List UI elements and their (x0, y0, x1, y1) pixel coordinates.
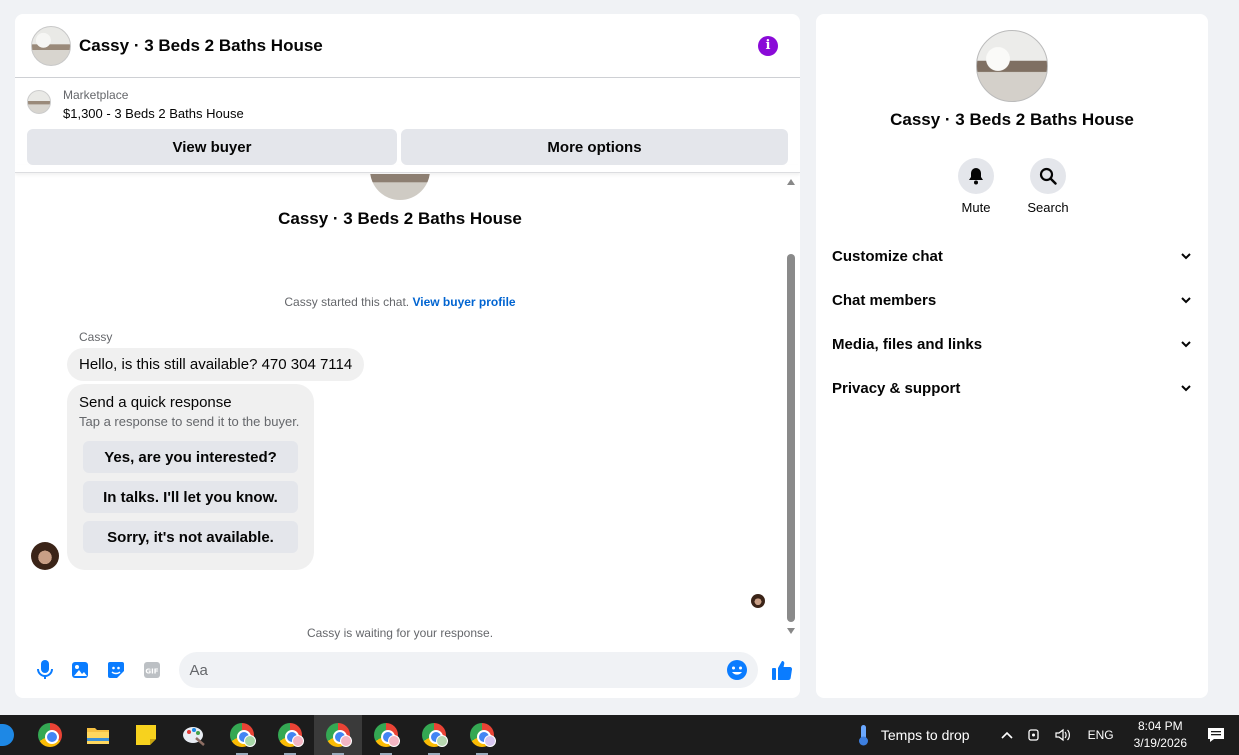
language-indicator[interactable]: ENG (1082, 728, 1120, 742)
clock-date: 3/19/2026 (1133, 736, 1187, 750)
thermometer-icon (858, 725, 868, 746)
details-actions: Mute Search (816, 158, 1208, 215)
bell-icon[interactable] (958, 158, 994, 194)
chevron-down-icon (1181, 385, 1191, 392)
taskbar-clock[interactable]: 8:04 PM 3/19/2026 (1120, 718, 1201, 752)
marketplace-label: Marketplace (63, 88, 129, 102)
quick-response-subtitle: Tap a response to send it to the buyer. (79, 414, 300, 429)
section-label: Chat members (832, 291, 937, 309)
windows-taskbar: Temps to drop ENG 8:04 PM 3/19/2026 (0, 715, 1239, 755)
section-privacy-support[interactable]: Privacy & support (816, 366, 1208, 410)
chevron-down-icon (1181, 297, 1191, 304)
listing-title: $1,300 - 3 Beds 2 Baths House (63, 106, 244, 121)
quick-reply-interested[interactable]: Yes, are you interested? (83, 441, 298, 473)
search-icon[interactable] (1030, 158, 1066, 194)
waiting-status: Cassy is waiting for your response. (306, 626, 494, 640)
taskbar-sticky-notes-icon[interactable] (122, 715, 170, 755)
details-avatar[interactable] (976, 30, 1048, 102)
microphone-icon[interactable] (27, 652, 63, 688)
listing-text: Marketplace $1,300 - 3 Beds 2 Baths Hous… (63, 88, 244, 121)
section-label: Customize chat (832, 247, 943, 265)
section-label: Privacy & support (832, 379, 961, 397)
marketplace-listing[interactable]: Marketplace $1,300 - 3 Beds 2 Baths Hous… (15, 78, 800, 128)
notifications-icon[interactable] (1201, 727, 1239, 743)
taskbar-file-explorer-icon[interactable] (74, 715, 122, 755)
header-divider (15, 165, 800, 173)
more-options-button[interactable]: More options (401, 129, 788, 165)
details-sections: Customize chat Chat members Media, files… (816, 234, 1208, 410)
conversation-details-panel: Cassy · 3 Beds 2 Baths House Mute Search… (816, 14, 1208, 698)
section-label: Media, files and links (832, 335, 983, 353)
svg-text:GIF: GIF (145, 668, 158, 676)
chat-title[interactable]: Cassy · 3 Beds 2 Baths House (79, 36, 323, 56)
sender-avatar[interactable] (31, 542, 59, 570)
search-button[interactable]: Search (1023, 158, 1073, 215)
taskbar-chrome-icon[interactable] (26, 715, 74, 755)
quick-response-card: Send a quick response Tap a response to … (67, 384, 314, 570)
chat-started-text: Cassy started this chat. (284, 295, 413, 309)
taskbar-paint-icon[interactable] (170, 715, 218, 755)
section-chat-members[interactable]: Chat members (816, 278, 1208, 322)
show-hidden-icons-chevron-up-icon[interactable] (994, 730, 1020, 740)
thumbs-up-icon[interactable] (764, 652, 800, 688)
clock-time: 8:04 PM (1137, 719, 1183, 733)
sticker-icon[interactable] (98, 652, 134, 688)
view-buyer-button[interactable]: View buyer (27, 129, 397, 165)
chat-started-note: Cassy started this chat. View buyer prof… (15, 295, 785, 309)
message-bubble[interactable]: Hello, is this still available? 470 304 … (67, 348, 365, 381)
message-input[interactable] (189, 661, 727, 679)
taskbar-chrome-profile-5[interactable] (410, 715, 458, 755)
weather-widget[interactable]: Temps to drop (849, 723, 976, 747)
message-composer: GIF (15, 650, 800, 690)
quick-reply-in-talks[interactable]: In talks. I'll let you know. (83, 481, 298, 513)
info-icon[interactable]: i (758, 35, 778, 56)
volume-icon[interactable] (1048, 727, 1078, 743)
chat-panel: Cassy · 3 Beds 2 Baths House i Marketpla… (15, 14, 800, 698)
message-scrollbar[interactable] (786, 179, 796, 634)
details-name: Cassy · 3 Beds 2 Baths House (890, 110, 1134, 129)
taskbar-chrome-profile-2[interactable] (266, 715, 314, 755)
taskbar-chrome-profile-1[interactable] (218, 715, 266, 755)
seen-indicator-avatar (751, 594, 765, 608)
section-customize-chat[interactable]: Customize chat (816, 234, 1208, 278)
search-label: Search (1027, 200, 1069, 215)
mute-label: Mute (961, 200, 991, 215)
taskbar-chrome-profile-3-active[interactable] (314, 715, 362, 755)
sender-name: Cassy (79, 330, 113, 344)
quick-reply-not-available[interactable]: Sorry, it's not available. (83, 521, 298, 553)
emoji-icon[interactable] (726, 659, 748, 681)
gif-icon[interactable]: GIF (134, 652, 170, 688)
mute-button[interactable]: Mute (951, 158, 1001, 215)
message-input-wrapper (179, 652, 759, 688)
meet-now-icon[interactable] (1020, 727, 1048, 743)
conversation-profile-avatar (370, 174, 430, 200)
view-buyer-profile-link[interactable]: View buyer profile (412, 295, 515, 309)
taskbar-partial-app-icon[interactable] (0, 715, 26, 755)
section-media-files-links[interactable]: Media, files and links (816, 322, 1208, 366)
conversation-name: Cassy · 3 Beds 2 Baths House (278, 209, 522, 228)
photo-icon[interactable] (63, 652, 99, 688)
weather-text: Temps to drop (880, 727, 970, 743)
quick-response-title: Send a quick response (79, 394, 232, 411)
taskbar-chrome-profile-4[interactable] (362, 715, 410, 755)
scrollbar-thumb[interactable] (787, 254, 795, 622)
chat-header: Cassy · 3 Beds 2 Baths House i (15, 14, 800, 78)
taskbar-chrome-profile-6[interactable] (458, 715, 506, 755)
chevron-down-icon (1181, 253, 1191, 260)
listing-actions: View buyer More options (15, 129, 800, 165)
conversation-avatar[interactable] (31, 25, 71, 66)
chevron-down-icon (1181, 341, 1191, 348)
scroll-down-arrow[interactable] (787, 628, 795, 634)
system-tray: Temps to drop ENG 8:04 PM 3/19/2026 (849, 715, 1239, 755)
scroll-up-arrow[interactable] (787, 179, 795, 185)
conversation-area: Cassy · 3 Beds 2 Baths House Cassy start… (15, 174, 800, 648)
listing-thumbnail (27, 90, 51, 114)
